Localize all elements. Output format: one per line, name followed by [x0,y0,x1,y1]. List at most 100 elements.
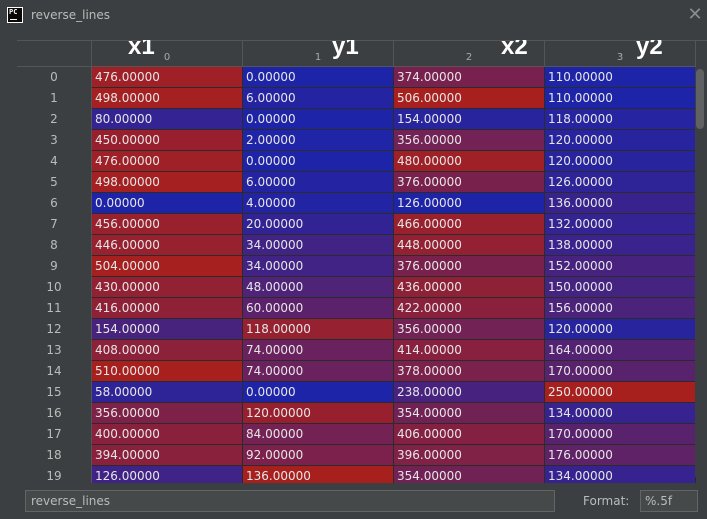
table-cell[interactable]: 132.00000 [545,214,696,235]
table-row: 7 456.00000 20.00000 466.00000 132.00000 [17,214,707,235]
row-index: 5 [17,172,92,193]
table-cell[interactable]: 448.00000 [394,235,545,256]
table-cell[interactable]: 416.00000 [92,298,243,319]
corner-header [17,41,92,67]
table-cell[interactable]: 498.00000 [92,88,243,109]
table-cell[interactable]: 394.00000 [92,445,243,466]
table-cell[interactable]: 154.00000 [394,109,545,130]
table-cell[interactable]: 510.00000 [92,361,243,382]
table-cell[interactable]: 354.00000 [394,466,545,483]
column-header-3[interactable]: y2 3 [545,40,696,67]
table-cell[interactable]: 34.00000 [243,235,394,256]
table-cell[interactable]: 58.00000 [92,382,243,403]
table-cell[interactable]: 20.00000 [243,214,394,235]
table-cell[interactable]: 120.00000 [545,151,696,172]
table-cell[interactable]: 48.00000 [243,277,394,298]
table-cell[interactable]: 400.00000 [92,424,243,445]
table-cell[interactable]: 414.00000 [394,340,545,361]
table-cell[interactable]: 152.00000 [545,256,696,277]
table-cell[interactable]: 134.00000 [545,403,696,424]
table-cell[interactable]: 0.00000 [243,67,394,88]
title-bar: PC reverse_lines ✕ [0,0,707,30]
table-cell[interactable]: 436.00000 [394,277,545,298]
table-cell[interactable]: 136.00000 [243,466,394,483]
table-cell[interactable]: 110.00000 [545,88,696,109]
table-cell[interactable]: 164.00000 [545,340,696,361]
table-row: 12 154.00000 118.00000 356.00000 120.00000 [17,319,707,340]
table-cell[interactable]: 126.00000 [92,466,243,483]
table-cell[interactable]: 480.00000 [394,151,545,172]
table-cell[interactable]: 154.00000 [92,319,243,340]
column-header-1[interactable]: y1 1 [243,40,394,67]
vertical-scrollbar[interactable] [695,67,705,477]
row-index: 0 [17,67,92,88]
table-cell[interactable]: 506.00000 [394,88,545,109]
table-cell[interactable]: 376.00000 [394,172,545,193]
table-cell[interactable]: 6.00000 [243,172,394,193]
column-header-2[interactable]: x2 2 [394,40,545,67]
table-cell[interactable]: 134.00000 [545,466,696,483]
table-cell[interactable]: 4.00000 [243,193,394,214]
table-cell[interactable]: 476.00000 [92,151,243,172]
table-cell[interactable]: 126.00000 [545,172,696,193]
table-cell[interactable]: 0.00000 [243,151,394,172]
table-cell[interactable]: 504.00000 [92,256,243,277]
table-cell[interactable]: 136.00000 [545,193,696,214]
table-cell[interactable]: 170.00000 [545,424,696,445]
variable-name-field[interactable]: reverse_lines [25,490,555,512]
table-cell[interactable]: 0.00000 [243,382,394,403]
table-cell[interactable]: 110.00000 [545,67,696,88]
table-cell[interactable]: 408.00000 [92,340,243,361]
table-cell[interactable]: 126.00000 [394,193,545,214]
table-cell[interactable]: 60.00000 [243,298,394,319]
table-cell[interactable]: 396.00000 [394,445,545,466]
table-cell[interactable]: 378.00000 [394,361,545,382]
table-cell[interactable]: 80.00000 [92,109,243,130]
table-cell[interactable]: 118.00000 [243,319,394,340]
table-cell[interactable]: 74.00000 [243,361,394,382]
table-cell[interactable]: 374.00000 [394,67,545,88]
table-cell[interactable]: 466.00000 [394,214,545,235]
table-cell[interactable]: 138.00000 [545,235,696,256]
table-cell[interactable]: 84.00000 [243,424,394,445]
table-cell[interactable]: 456.00000 [92,214,243,235]
column-header-0[interactable]: x1 0 [92,40,243,67]
table-cell[interactable]: 250.00000 [545,382,696,403]
table-cell[interactable]: 120.00000 [545,130,696,151]
close-icon[interactable]: ✕ [683,3,707,27]
table-cell[interactable]: 170.00000 [545,361,696,382]
table-cell[interactable]: 92.00000 [243,445,394,466]
table-cell[interactable]: 430.00000 [92,277,243,298]
table-cell[interactable]: 238.00000 [394,382,545,403]
table-cell[interactable]: 150.00000 [545,277,696,298]
format-input[interactable]: %.5f [640,490,698,512]
table-cell[interactable]: 376.00000 [394,256,545,277]
table-cell[interactable]: 0.00000 [243,109,394,130]
table-cell[interactable]: 354.00000 [394,403,545,424]
column-index: 1 [314,52,322,63]
table-cell[interactable]: 176.00000 [545,445,696,466]
table-cell[interactable]: 0.00000 [92,193,243,214]
table-cell[interactable]: 406.00000 [394,424,545,445]
table-cell[interactable]: 74.00000 [243,340,394,361]
table-cell[interactable]: 356.00000 [394,130,545,151]
table-cell[interactable]: 476.00000 [92,67,243,88]
row-index: 2 [17,109,92,130]
table-cell[interactable]: 34.00000 [243,256,394,277]
row-index: 6 [17,193,92,214]
table-cell[interactable]: 120.00000 [243,403,394,424]
scrollbar-thumb[interactable] [696,69,704,129]
table-cell[interactable]: 450.00000 [92,130,243,151]
table-cell[interactable]: 118.00000 [545,109,696,130]
table-cell[interactable]: 2.00000 [243,130,394,151]
table-cell[interactable]: 446.00000 [92,235,243,256]
table-cell[interactable]: 356.00000 [394,319,545,340]
table-cell[interactable]: 422.00000 [394,298,545,319]
table-cell[interactable]: 156.00000 [545,298,696,319]
table-cell[interactable]: 120.00000 [545,319,696,340]
table-cell[interactable]: 6.00000 [243,88,394,109]
table-cell[interactable]: 356.00000 [92,403,243,424]
window-title: reverse_lines [31,8,111,22]
table-cell[interactable]: 498.00000 [92,172,243,193]
column-header-row: x1 0 y1 1 x2 2 y2 3 [17,40,707,68]
